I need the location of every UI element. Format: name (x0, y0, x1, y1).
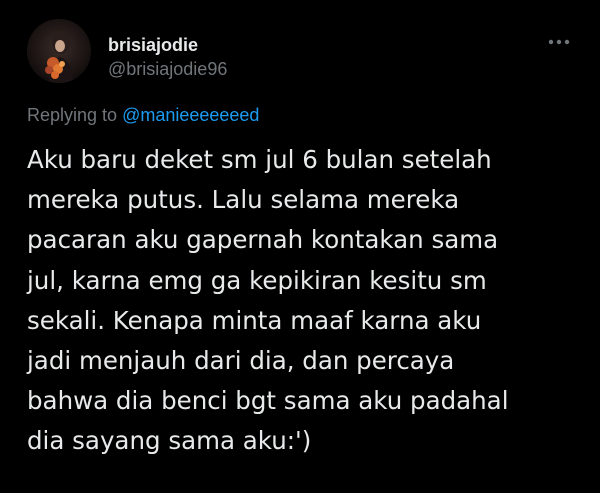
more-options-button[interactable] (544, 30, 574, 54)
tweet-text-line: jul, karna emg ga kepikiran kesitu sm (27, 265, 487, 295)
profile-photo (27, 19, 91, 83)
tweet-text-line: dia sayang sama aku:') (27, 426, 312, 456)
tweet-text: Aku baru deket sm jul 6 bulan setelah me… (27, 140, 587, 462)
tweet-text-line: jadi menjauh dari dia, dan percaya (27, 346, 455, 376)
reply-prefix: Replying to (27, 105, 123, 125)
tweet-text-line: Aku baru deket sm jul 6 bulan setelah (27, 145, 492, 174)
display-name[interactable]: brisiajodie (108, 34, 198, 56)
avatar[interactable] (27, 19, 91, 83)
tweet-text-line: bahwa dia benci bgt sama aku padahal (27, 386, 509, 416)
user-handle[interactable]: @brisiajodie96 (108, 58, 227, 80)
tweet-text-line: mereka putus. Lalu selama mereka (27, 185, 460, 215)
tweet-text-line: sekali. Kenapa minta maaf karna aku (27, 305, 482, 335)
more-dots-icon (548, 39, 570, 45)
reply-mention-link[interactable]: @manieeeeeeed (122, 105, 259, 125)
tweet-card: brisiajodie @brisiajodie96 Replying to @… (0, 0, 600, 493)
reply-context: Replying to @manieeeeeeed (27, 104, 259, 126)
tweet-text-line: pacaran aku gapernah kontakan sama (27, 225, 499, 255)
